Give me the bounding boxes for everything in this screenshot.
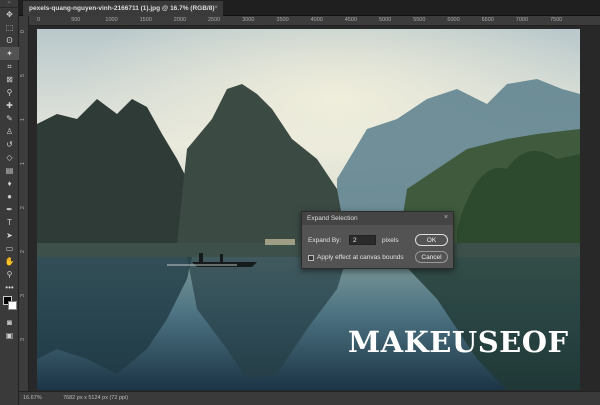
ruler-tick-label: 1500 — [139, 17, 152, 23]
ok-button[interactable]: OK — [415, 234, 448, 246]
cancel-button[interactable]: Cancel — [415, 251, 448, 263]
zoom-level-field[interactable]: 16.67% — [23, 395, 42, 401]
ruler-tick-label: 1000 — [105, 17, 118, 23]
ruler-tick-label: 5 — [20, 74, 26, 78]
vertical-ruler[interactable]: 0 5 1 1 2 2 3 3 — [19, 16, 29, 391]
dialog-title-bar[interactable]: Expand Selection × — [302, 212, 453, 225]
expand-by-input[interactable]: 2 — [349, 235, 376, 245]
brush-tool-icon[interactable]: ✎ — [0, 112, 19, 125]
marquee-tool-icon[interactable]: ⬚ — [0, 21, 19, 34]
zoom-tool-icon[interactable]: ⚲ — [0, 268, 19, 281]
status-bar: 16.67% 7682 px x 5124 px (72 ppi) — [19, 391, 600, 405]
ruler-tick-label: 2 — [20, 206, 26, 210]
more-tools-icon[interactable]: ••• — [0, 281, 19, 294]
ruler-tick-label: 7500 — [550, 17, 563, 23]
ruler-tick-label: 3 — [20, 294, 26, 298]
ruler-tick-label: 2500 — [208, 17, 221, 23]
dodge-tool-icon[interactable]: ● — [0, 190, 19, 203]
horizontal-ruler[interactable]: 0 500 1000 1500 2000 2500 3000 3500 4000 4500 5000… — [29, 16, 600, 26]
apply-canvas-bounds-label[interactable]: Apply effect at canvas bounds — [317, 254, 404, 261]
document-tab-bar: pexels-quang-nguyen-vinh-2166711 (1).jpg… — [19, 0, 600, 16]
eyedropper-tool-icon[interactable]: ⚲ — [0, 86, 19, 99]
eraser-tool-icon[interactable]: ◇ — [0, 151, 19, 164]
expand-by-label: Expand By: — [308, 237, 342, 244]
ruler-tick-label: 5500 — [413, 17, 426, 23]
expand-selection-dialog: Expand Selection × Expand By: 2 pixels A… — [301, 211, 454, 269]
ruler-tick-label: 0 — [37, 17, 41, 23]
tools-panel: » ✥ ⬚ ʘ ✦ ⌗ ⊠ ⚲ ✚ ✎ ♙ ↺ ◇ ▤ ♦ ● ✒ T ➤ ▭ ✋ ⚲ ••• ◙ ▣ — [0, 0, 19, 405]
hand-tool-icon[interactable]: ✋ — [0, 255, 19, 268]
ruler-tick-label: 4000 — [310, 17, 323, 23]
lasso-tool-icon[interactable]: ʘ — [0, 34, 19, 47]
panel-grip[interactable]: » — [0, 0, 18, 8]
clone-stamp-tool-icon[interactable]: ♙ — [0, 125, 19, 138]
history-brush-tool-icon[interactable]: ↺ — [0, 138, 19, 151]
ruler-tick-label: 2 — [20, 250, 26, 254]
quick-mask-icon[interactable]: ◙ — [0, 316, 19, 329]
blur-tool-icon[interactable]: ♦ — [0, 177, 19, 190]
frame-tool-icon[interactable]: ⊠ — [0, 73, 19, 86]
pixels-unit-label: pixels — [382, 237, 399, 244]
watermark-text: MAKEUSEOF — [348, 325, 569, 359]
ruler-tick-label: 1 — [20, 162, 26, 166]
ruler-tick-label: 2000 — [173, 17, 187, 23]
magic-wand-tool-icon[interactable]: ✦ — [0, 47, 19, 60]
healing-brush-tool-icon[interactable]: ✚ — [0, 99, 19, 112]
ruler-tick-label: 500 — [71, 17, 81, 23]
dialog-title: Expand Selection — [307, 215, 358, 222]
ruler-tick-label: 4500 — [344, 17, 358, 23]
gradient-tool-icon[interactable]: ▤ — [0, 164, 19, 177]
ruler-tick-label: 6500 — [481, 17, 494, 23]
ruler-tick-label: 3500 — [276, 17, 289, 23]
pen-tool-icon[interactable]: ✒ — [0, 203, 19, 216]
apply-canvas-bounds-checkbox[interactable] — [308, 255, 314, 261]
crop-tool-icon[interactable]: ⌗ — [0, 60, 19, 73]
document-tab-title: pexels-quang-nguyen-vinh-2166711 (1).jpg… — [29, 5, 215, 12]
close-tab-icon[interactable]: × — [214, 4, 218, 11]
color-swatches[interactable] — [0, 294, 18, 316]
document-info: 7682 px x 5124 px (72 ppi) — [63, 395, 129, 401]
ruler-tick-label: 3000 — [242, 17, 255, 23]
ruler-tick-label: 6000 — [447, 17, 460, 23]
type-tool-icon[interactable]: T — [0, 216, 19, 229]
path-selection-tool-icon[interactable]: ➤ — [0, 229, 19, 242]
screen-mode-icon[interactable]: ▣ — [0, 329, 19, 342]
document-tab[interactable]: pexels-quang-nguyen-vinh-2166711 (1).jpg… — [23, 1, 223, 16]
ruler-tick-label: 5000 — [379, 17, 392, 23]
move-tool-icon[interactable]: ✥ — [0, 8, 19, 21]
ruler-tick-label: 0 — [20, 30, 26, 34]
dialog-close-icon[interactable]: × — [444, 214, 448, 221]
background-color-swatch[interactable] — [8, 301, 17, 310]
ruler-tick-label: 3 — [20, 338, 26, 342]
rectangle-tool-icon[interactable]: ▭ — [0, 242, 19, 255]
ruler-tick-label: 1 — [20, 118, 26, 122]
ruler-tick-label: 7000 — [515, 17, 529, 23]
